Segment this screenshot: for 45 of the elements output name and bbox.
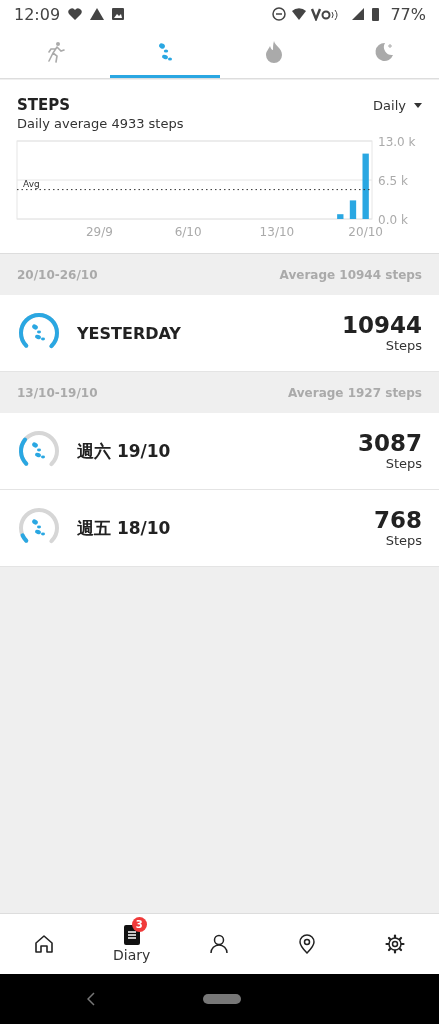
average-label: Avg xyxy=(23,178,40,189)
x-tick-label: 29/9 xyxy=(85,225,113,239)
step-unit: Steps xyxy=(385,338,422,354)
section-title: STEPS xyxy=(17,96,71,114)
nav-button[interactable]: 3 Diary xyxy=(87,914,176,974)
bar xyxy=(362,153,369,219)
caret-icon xyxy=(414,102,422,108)
flame-icon xyxy=(265,40,284,63)
step-count: 768 xyxy=(374,507,422,534)
week-range: 20/10-26/10 xyxy=(17,267,98,282)
step-count: 10944 xyxy=(341,312,422,339)
home-handle[interactable] xyxy=(203,994,241,1004)
home-icon xyxy=(33,934,54,954)
step-unit: Steps xyxy=(385,533,422,549)
y-tick-label: 0.0 k xyxy=(378,213,408,227)
x-tick-label: 6/10 xyxy=(174,225,202,239)
x-tick-label: 13/10 xyxy=(259,225,295,239)
week-average: Average 10944 steps xyxy=(279,267,422,282)
warning-icon xyxy=(90,8,105,20)
day-row[interactable]: 週五 18/10 768 Steps xyxy=(0,490,439,567)
week-average: Average 1927 steps xyxy=(287,385,422,400)
bar xyxy=(337,214,344,219)
battery-percent: 77% xyxy=(390,4,426,24)
clock: 12:09 xyxy=(14,4,61,24)
bar xyxy=(349,200,357,219)
week-range: 13/10-19/10 xyxy=(17,385,98,400)
step-count: 3087 xyxy=(358,430,422,457)
step-unit: Steps xyxy=(385,456,422,472)
image-icon xyxy=(112,8,125,20)
day-row[interactable]: 週六 19/10 3087 Steps xyxy=(0,413,439,490)
settings-icon xyxy=(385,934,406,954)
day-label: YESTERDAY xyxy=(77,323,182,343)
x-tick-label: 20/10 xyxy=(348,225,383,239)
y-tick-label: 13.0 k xyxy=(378,137,416,149)
person-icon xyxy=(209,934,230,954)
period-dropdown[interactable]: Daily xyxy=(373,97,422,113)
day-label: 週五 18/10 xyxy=(77,516,172,540)
heart-icon xyxy=(68,8,83,20)
y-tick-label: 6.5 k xyxy=(378,174,408,188)
map-pin-icon xyxy=(299,934,316,954)
day-label: 週六 19/10 xyxy=(77,439,172,463)
daily-average: Daily average 4933 steps xyxy=(16,115,185,133)
moon-icon xyxy=(373,40,396,63)
day-row[interactable]: YESTERDAY 10944 Steps xyxy=(0,295,439,372)
back-icon[interactable] xyxy=(87,992,95,1006)
